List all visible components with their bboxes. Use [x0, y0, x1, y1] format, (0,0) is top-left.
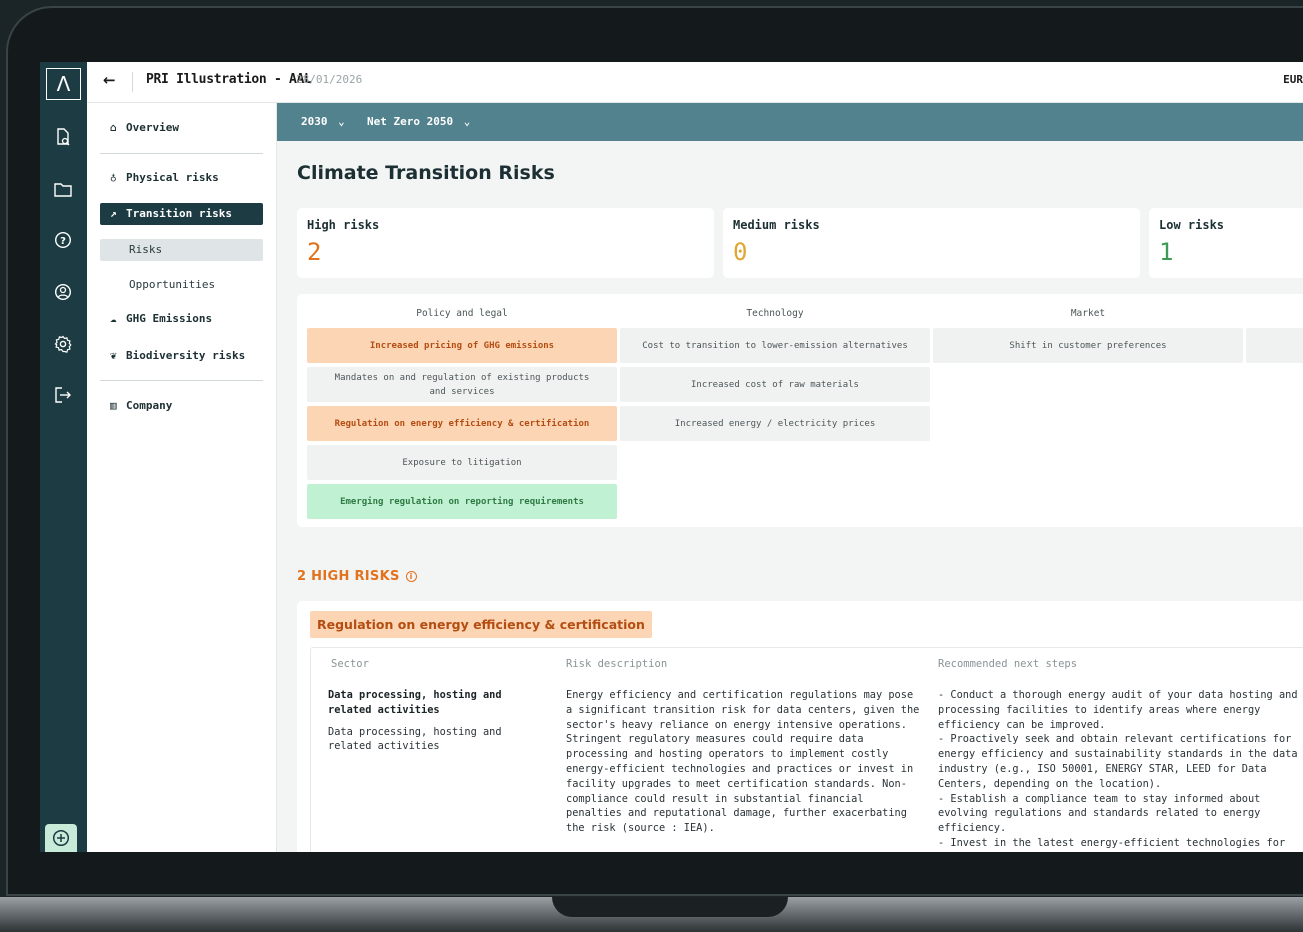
high-risks-label: High risks: [307, 218, 380, 232]
sidebar-subitem-opportunities[interactable]: Opportunities: [100, 274, 263, 296]
plus-circle-icon[interactable]: [45, 824, 77, 852]
filter-bar: 2030 ⌄ Net Zero 2050 ⌄: [277, 103, 1303, 141]
laptop-notch: [552, 897, 788, 917]
main-content: 2030 ⌄ Net Zero 2050 ⌄ Climate Transitio…: [277, 103, 1303, 852]
info-icon[interactable]: i: [405, 571, 417, 582]
low-risks-count: 1: [1159, 238, 1174, 266]
app-screen: Λ ? ← PRI Illustration - AAL 28/01/2026 …: [40, 62, 1303, 852]
sidebar-item-physical-risks[interactable]: ♁ Physical risks: [100, 167, 263, 189]
risk-detail-table: Sector Risk description Recommended next…: [310, 647, 1303, 852]
leaf-icon: ❦: [110, 349, 117, 362]
low-risks-label: Low risks: [1159, 218, 1225, 232]
nav-divider: [100, 380, 263, 381]
sector-title: Data processing, hosting and related act…: [328, 689, 502, 716]
high-risk-card: Regulation on energy efficiency & certif…: [297, 601, 1303, 852]
flame-icon: ♁: [110, 171, 117, 184]
sidebar-item-overview[interactable]: ⌂ Overview: [100, 117, 263, 139]
risk-cell-high[interactable]: Increased pricing of GHG emissions: [307, 328, 617, 363]
column-header-technology: Technology: [746, 308, 804, 319]
sector-subtitle: Data processing, hosting and related act…: [328, 725, 502, 753]
scenario-dropdown[interactable]: Net Zero 2050 ⌄: [367, 115, 470, 128]
risk-cell[interactable]: Increased energy / electricity prices: [620, 406, 930, 441]
high-risks-card: High risks 2: [297, 208, 714, 278]
risk-description-cell: Energy efficiency and certification regu…: [566, 689, 920, 835]
icon-rail: Λ ?: [40, 62, 87, 852]
risk-cell[interactable]: Mandates on and regulation of existing p…: [307, 367, 617, 402]
next-steps-cell: - Conduct a thorough energy audit of you…: [938, 689, 1298, 852]
table-header-next-steps: Recommended next steps: [938, 658, 1078, 670]
sidebar-item-biodiversity-risks[interactable]: ❦ Biodiversity risks: [100, 345, 263, 367]
medium-risks-label: Medium risks: [733, 218, 820, 232]
sidebar-subitem-risks[interactable]: Risks: [100, 239, 263, 261]
sidebar-nav: ⌂ Overview ♁ Physical risks ↗ Transition ri…: [87, 103, 277, 852]
scenario-value: Net Zero 2050: [367, 115, 454, 128]
app-logo[interactable]: Λ: [46, 68, 81, 100]
nav-divider: [100, 153, 263, 154]
sidebar-item-label: Transition risks: [126, 207, 232, 220]
table-header-description: Risk description: [566, 658, 668, 670]
home-icon: ⌂: [110, 121, 117, 134]
sidebar-item-transition-risks[interactable]: ↗ Transition risks: [100, 203, 263, 225]
chevron-down-icon: ⌄: [463, 115, 471, 128]
help-icon[interactable]: ?: [50, 231, 76, 257]
gear-icon[interactable]: [50, 335, 76, 361]
header-divider: [132, 72, 133, 92]
risk-cell-high[interactable]: Regulation on energy efficiency & certif…: [307, 406, 617, 441]
sidebar-item-label: Physical risks: [126, 171, 219, 184]
folder-icon[interactable]: [50, 179, 76, 205]
page-title: Climate Transition Risks: [297, 162, 555, 184]
risk-cell[interactable]: Increased cost of raw materials: [620, 367, 930, 402]
svg-text:?: ?: [60, 236, 66, 247]
chevron-down-icon: ⌄: [338, 115, 345, 128]
column-header-policy: Policy and legal: [416, 308, 508, 319]
user-icon[interactable]: [50, 283, 76, 309]
low-risks-card: Low risks 1: [1149, 208, 1303, 278]
sidebar-item-ghg-emissions[interactable]: ☁ GHG Emissions: [100, 308, 263, 330]
high-risks-count: 2: [307, 238, 322, 266]
table-header-sector: Sector: [331, 658, 369, 670]
risk-name-tag: Regulation on energy efficiency & certif…: [310, 611, 652, 638]
medium-risks-count: 0: [733, 238, 748, 266]
medium-risks-card: Medium risks 0: [723, 208, 1140, 278]
trend-up-icon: ↗: [110, 207, 117, 220]
section-title-text: 2 HIGH RISKS: [297, 569, 400, 584]
sector-cell: Data processing, hosting and related act…: [328, 688, 548, 754]
document-search-icon[interactable]: [50, 128, 76, 154]
logout-icon[interactable]: [50, 386, 76, 412]
sidebar-item-label: Overview: [126, 121, 179, 134]
risk-cell[interactable]: Exposure to litigation: [307, 445, 617, 480]
project-date: 28/01/2026: [296, 73, 363, 86]
year-value: 2030: [301, 115, 328, 128]
sidebar-item-label: Company: [126, 399, 173, 412]
cloud-icon: ☁: [110, 312, 117, 325]
arrow-left-icon[interactable]: ←: [103, 71, 116, 89]
currency-selector[interactable]: EUR: [1283, 73, 1303, 86]
year-dropdown[interactable]: 2030 ⌄: [301, 115, 345, 128]
risk-cell[interactable]: Cost to transition to lower-emission alt…: [620, 328, 930, 363]
building-icon: ▥: [110, 399, 117, 412]
top-header: ← PRI Illustration - AAL 28/01/2026 EUR: [87, 62, 1303, 103]
risk-cell-empty: [1246, 328, 1303, 363]
risk-cell[interactable]: Shift in customer preferences: [933, 328, 1243, 363]
risk-matrix: Policy and legal Technology Market Incre…: [297, 294, 1303, 527]
sidebar-item-label: Biodiversity risks: [126, 349, 246, 362]
column-header-market: Market: [1070, 308, 1106, 319]
high-risks-section-title: 2 HIGH RISKS i: [297, 569, 417, 584]
project-title: PRI Illustration - AAL: [146, 72, 312, 87]
sidebar-item-company[interactable]: ▥ Company: [100, 395, 263, 417]
sidebar-item-label: GHG Emissions: [126, 312, 213, 325]
risk-cell-low[interactable]: Emerging regulation on reporting require…: [307, 484, 617, 519]
